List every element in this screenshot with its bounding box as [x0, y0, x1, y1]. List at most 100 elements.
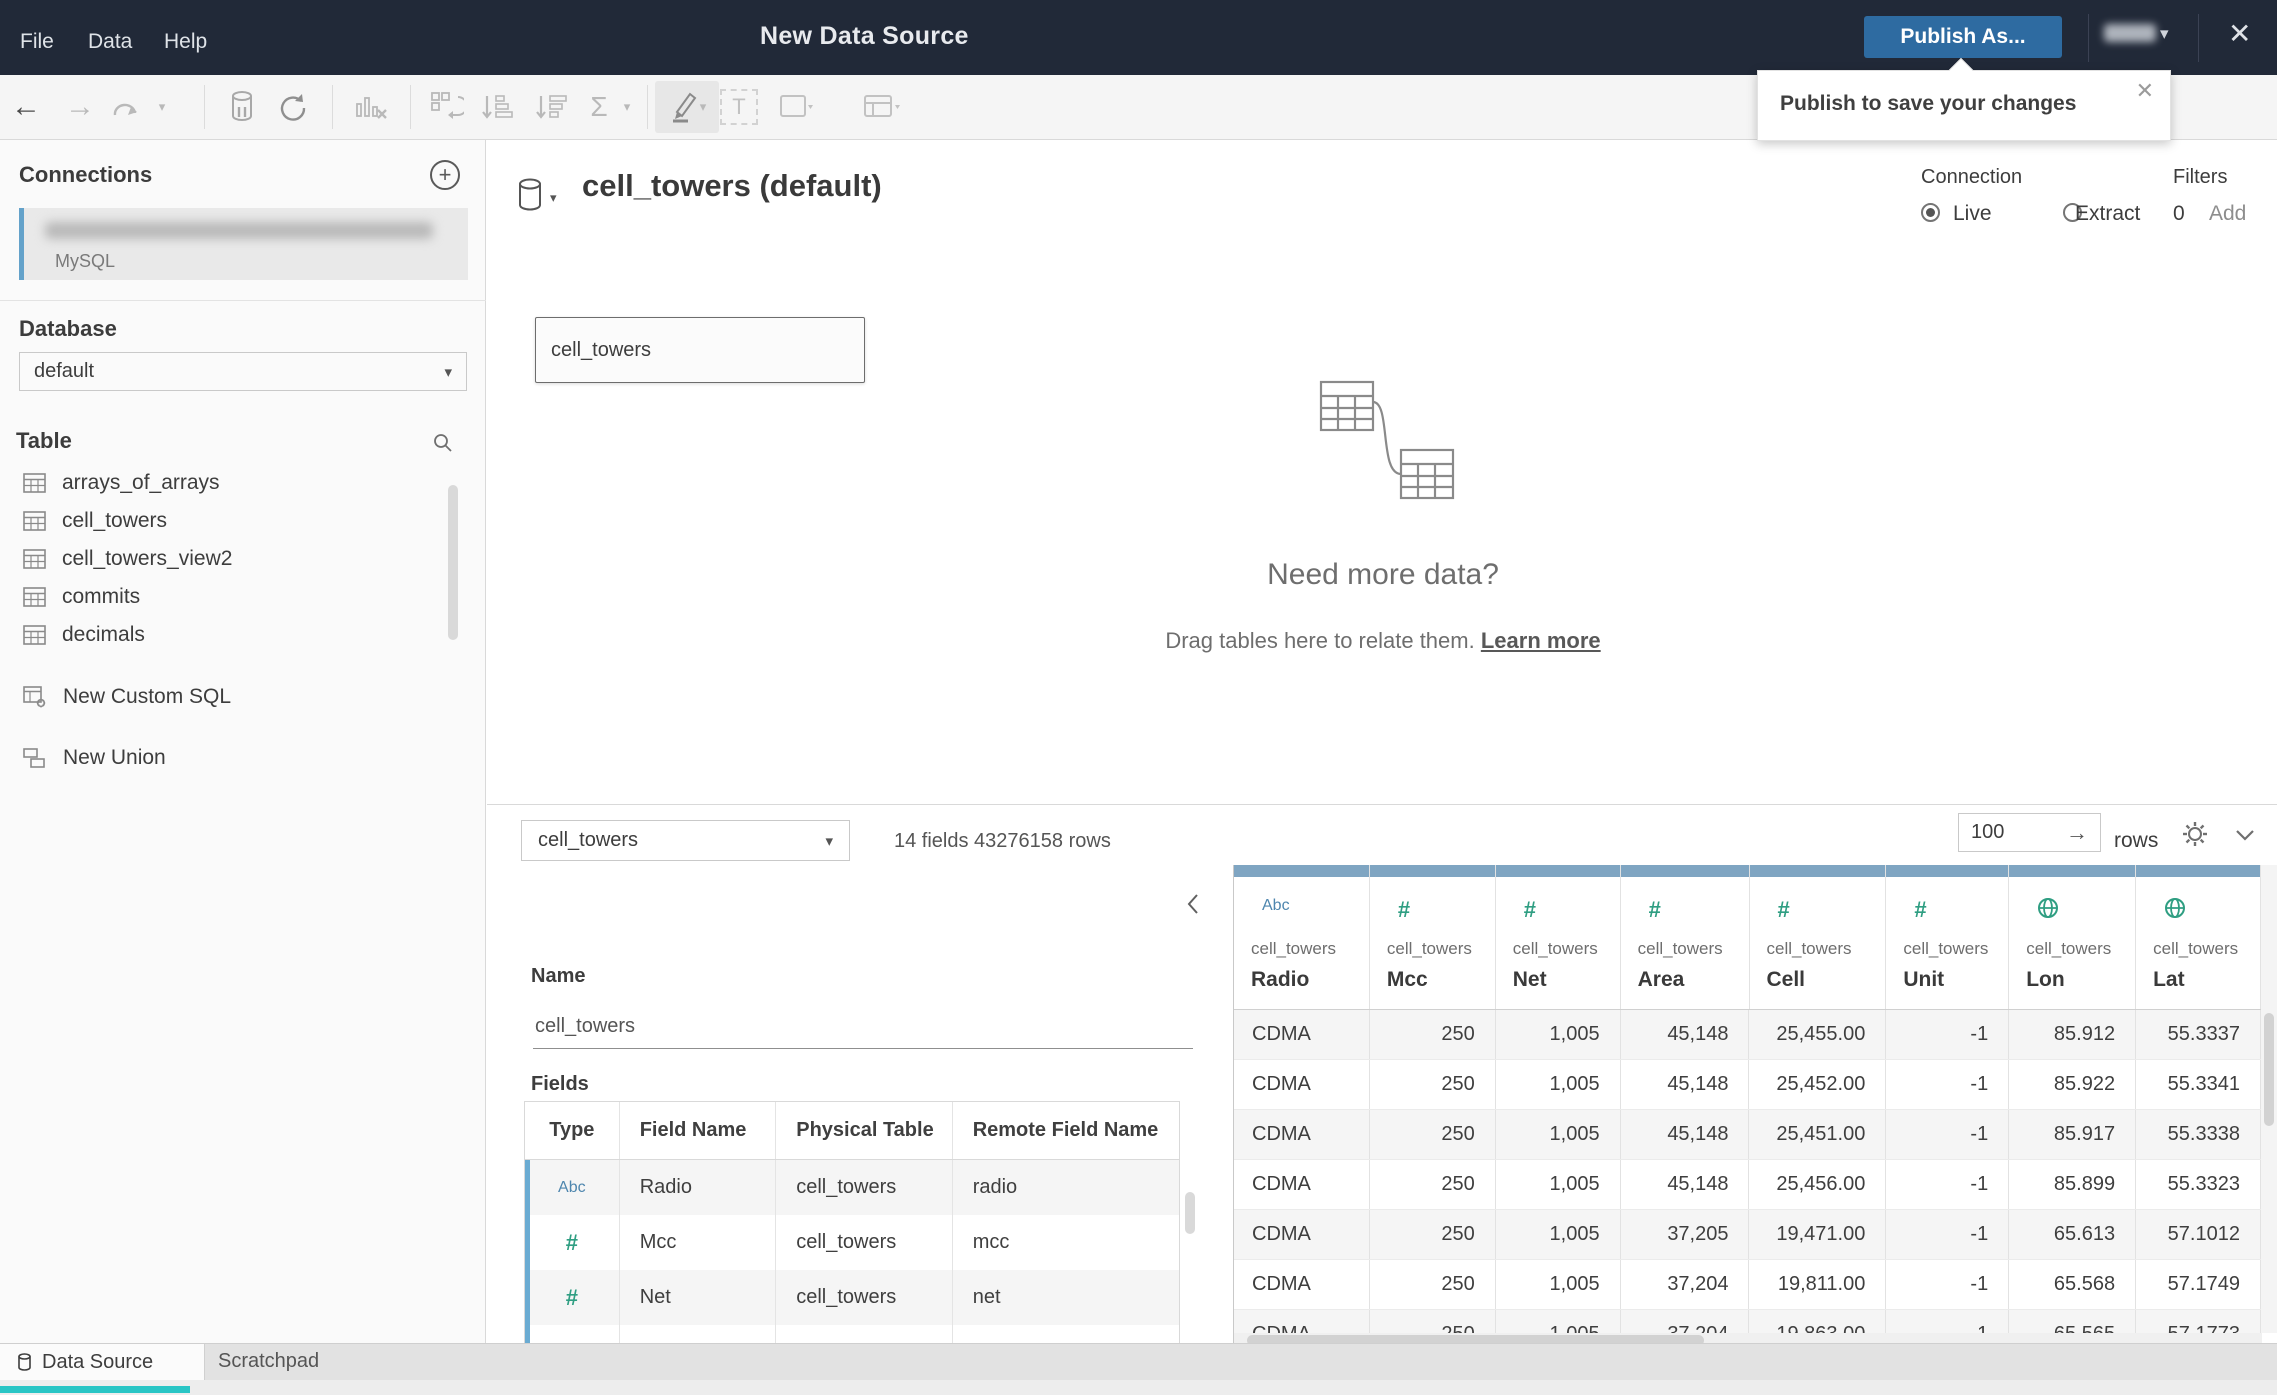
- column-table: cell_towers: [1251, 939, 1337, 958]
- learn-more-link[interactable]: Learn more: [1481, 628, 1601, 653]
- fit-selector-button[interactable]: [772, 75, 820, 139]
- table-icon: [23, 587, 46, 607]
- grid-row: CDMA 250 1,005 45,148 25,452.00 -1 85.92…: [1234, 1060, 2261, 1110]
- grid-cell: 37,205: [1621, 1210, 1750, 1259]
- column-name: Mcc: [1386, 968, 1428, 991]
- grid-cell: 65.568: [2009, 1260, 2137, 1309]
- clear-sheet-icon[interactable]: [348, 75, 394, 139]
- grid-col-lon[interactable]: cell_towers Lon: [2009, 865, 2137, 1009]
- table-item[interactable]: arrays_of_arrays: [23, 466, 220, 500]
- grid-cell: 1,005: [1496, 1310, 1621, 1333]
- publish-as-button[interactable]: Publish As...: [1864, 16, 2062, 58]
- tab-data-source[interactable]: Data Source: [0, 1344, 205, 1381]
- database-select[interactable]: default ▾: [19, 352, 467, 391]
- back-button[interactable]: ←: [6, 75, 46, 139]
- field-name-cell: Radio: [620, 1160, 777, 1215]
- swap-rows-columns-icon[interactable]: [424, 75, 470, 139]
- row-limit-input[interactable]: [1971, 821, 2051, 844]
- tab-scratchpad[interactable]: Scratchpad: [218, 1350, 319, 1373]
- filters-label: Filters: [2173, 166, 2228, 188]
- table-name-input[interactable]: [533, 1011, 1193, 1049]
- tooltip-close-icon[interactable]: ✕: [2136, 78, 2154, 104]
- globe-icon: [2037, 897, 2059, 919]
- close-window-button[interactable]: ✕: [2228, 17, 2251, 50]
- forward-button[interactable]: →: [60, 75, 100, 139]
- grid-cell: 85.899: [2009, 1160, 2137, 1209]
- grid-cell: -1: [1886, 1060, 2010, 1109]
- connection-item[interactable]: MySQL: [19, 208, 468, 280]
- remote-field-cell: radio: [972, 1176, 1018, 1198]
- metadata-collapse-icon[interactable]: [1187, 893, 1199, 915]
- menu-help[interactable]: Help: [164, 30, 207, 54]
- fields-table-scrollbar[interactable]: [1185, 1192, 1195, 1234]
- grid-cell: 55.3341: [2136, 1060, 2261, 1109]
- grid-vertical-scrollbar-thumb[interactable]: [2264, 1013, 2274, 1126]
- table-item[interactable]: commits: [23, 580, 140, 614]
- physical-table-cell: cell_towers: [776, 1215, 953, 1270]
- grid-col-net[interactable]: # cell_towers Net: [1495, 865, 1621, 1009]
- table-node-cell-towers[interactable]: cell_towers: [535, 317, 865, 383]
- connection-live-radio[interactable]: [1921, 203, 1940, 222]
- grid-cell: 55.3338: [2136, 1110, 2261, 1159]
- grid-cell: CDMA: [1234, 1310, 1370, 1333]
- menu-file[interactable]: File: [20, 30, 54, 54]
- pause-updates-icon[interactable]: [220, 75, 264, 139]
- text-tool-button[interactable]: T: [720, 89, 758, 125]
- datasource-chevron-down-icon[interactable]: ▾: [550, 190, 557, 206]
- new-union-button[interactable]: New Union: [23, 741, 166, 775]
- refresh-data-icon[interactable]: [270, 75, 314, 139]
- remote-field-cell: net: [972, 1286, 1001, 1308]
- grid-col-mcc[interactable]: # cell_towers Mcc: [1369, 865, 1496, 1009]
- column-name: Cell: [1766, 968, 1806, 991]
- filters-add-button[interactable]: Add: [2209, 202, 2246, 226]
- preview-table-selected-value: cell_towers: [538, 829, 639, 851]
- new-custom-sql-button[interactable]: New Custom SQL: [23, 680, 231, 714]
- number-type-icon: #: [1777, 897, 1790, 922]
- grid-row: CDMA 250 1,005 45,148 25,451.00 -1 85.91…: [1234, 1110, 2261, 1160]
- connection-extract-label[interactable]: Extract: [2075, 202, 2140, 226]
- grid-vertical-scrollbar[interactable]: [2261, 865, 2277, 1333]
- totals-chevron-down-icon[interactable]: ▾: [618, 75, 636, 139]
- show-cards-button[interactable]: [856, 75, 908, 139]
- user-avatar[interactable]: [2104, 24, 2156, 42]
- row-limit-apply-icon[interactable]: →: [2066, 820, 2088, 846]
- datasource-database-icon[interactable]: [516, 178, 544, 212]
- column-name: Lon: [2026, 968, 2065, 991]
- grid-col-unit[interactable]: # cell_towers Unit: [1886, 865, 2010, 1009]
- sort-ascending-icon[interactable]: [474, 75, 520, 139]
- connection-live-label[interactable]: Live: [1953, 202, 1992, 226]
- menu-data[interactable]: Data: [88, 30, 132, 54]
- grid-col-radio[interactable]: Abc cell_towers Radio: [1234, 865, 1370, 1009]
- grid-col-area[interactable]: # cell_towers Area: [1620, 865, 1750, 1009]
- redo-chevron-down-icon[interactable]: ▾: [152, 75, 172, 139]
- status-bar: [0, 1380, 2277, 1395]
- field-row-net[interactable]: # Net cell_towers net: [525, 1270, 1179, 1325]
- user-chevron-down-icon[interactable]: ▾: [2160, 24, 2169, 44]
- grid-cell: 37,204: [1621, 1310, 1750, 1333]
- toolbar-divider: [332, 85, 333, 129]
- table-item[interactable]: cell_towers: [23, 504, 167, 538]
- grid-cell: -1: [1886, 1010, 2010, 1059]
- add-connection-icon[interactable]: +: [430, 160, 460, 190]
- table-item[interactable]: cell_towers_view2: [23, 542, 232, 576]
- preview-settings-gear-icon[interactable]: [2181, 820, 2209, 848]
- preview-collapse-chevron-down-icon[interactable]: [2235, 829, 2255, 841]
- grid-cell: 1,005: [1496, 1160, 1621, 1209]
- grid-cell: CDMA: [1234, 1160, 1370, 1209]
- highlight-chevron-down-icon[interactable]: ▾: [700, 99, 707, 115]
- sort-descending-icon[interactable]: [528, 75, 574, 139]
- table-search-icon[interactable]: [432, 432, 454, 454]
- highlight-button[interactable]: ▾: [655, 81, 719, 133]
- table-item[interactable]: decimals: [23, 618, 145, 652]
- redo-icon[interactable]: [104, 75, 148, 139]
- grid-col-cell[interactable]: # cell_towers Cell: [1749, 865, 1887, 1009]
- field-row-mcc[interactable]: # Mcc cell_towers mcc: [525, 1215, 1179, 1270]
- fields-rows-summary: 14 fields 43276158 rows: [894, 830, 1111, 852]
- database-icon: [18, 1353, 31, 1371]
- field-row-radio[interactable]: Abc Radio cell_towers radio: [525, 1160, 1179, 1215]
- bottom-tabs-bar: Data Source Scratchpad: [0, 1343, 2277, 1381]
- grid-col-lat[interactable]: cell_towers Lat: [2136, 865, 2261, 1009]
- totals-icon[interactable]: Σ: [580, 75, 618, 139]
- sidebar-scrollbar[interactable]: [448, 485, 458, 640]
- preview-table-select[interactable]: cell_towers ▾: [521, 820, 850, 861]
